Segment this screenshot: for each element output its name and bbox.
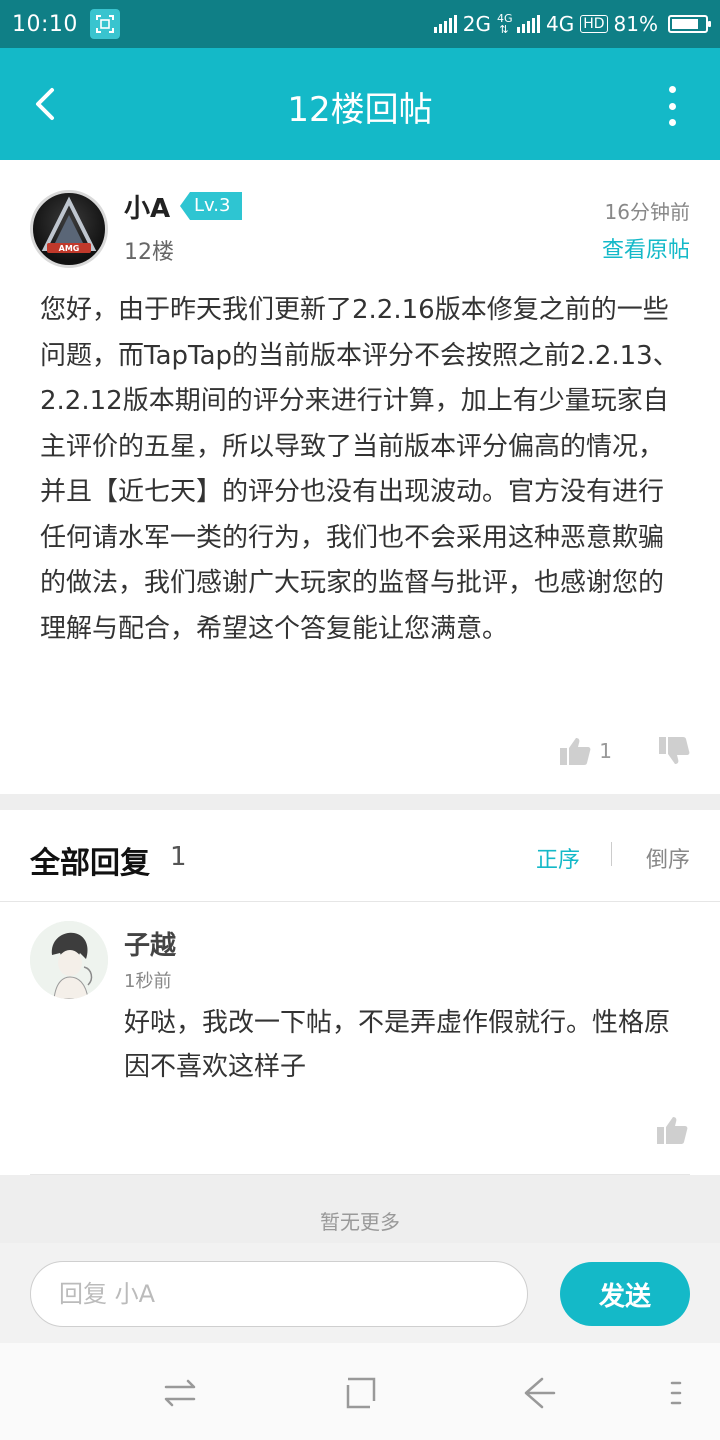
reply-author[interactable]: 子越 bbox=[124, 925, 176, 962]
network-label-4g: 4G bbox=[546, 12, 575, 36]
more-vertical-icon bbox=[668, 86, 676, 93]
view-original-link[interactable]: 查看原帖 bbox=[602, 232, 690, 264]
app-bar: 12楼回帖 bbox=[0, 48, 720, 160]
system-back-button[interactable] bbox=[520, 1373, 560, 1413]
signal-icon bbox=[433, 15, 457, 33]
amg-logo: AMG bbox=[41, 196, 97, 253]
home-button[interactable] bbox=[340, 1373, 380, 1413]
send-button[interactable]: 发送 bbox=[560, 1262, 690, 1326]
reply-like-button[interactable] bbox=[656, 1115, 688, 1149]
sort-descending-button[interactable]: 倒序 bbox=[646, 842, 690, 874]
swap-arrows-icon bbox=[164, 1379, 196, 1407]
data-arrows-icon: 4G ⇅ bbox=[497, 12, 513, 36]
replies-count: 1 bbox=[170, 842, 187, 872]
status-time: 10:10 bbox=[12, 11, 78, 37]
section-divider bbox=[0, 794, 720, 810]
status-bar: 10:10 2G 4G ⇅ 4G HD 81% bbox=[0, 0, 720, 48]
reply-time: 1秒前 bbox=[124, 971, 172, 992]
svg-text:AMG: AMG bbox=[59, 244, 80, 253]
reply-input[interactable] bbox=[30, 1261, 528, 1327]
switch-app-button[interactable] bbox=[160, 1373, 200, 1413]
thumbs-up-icon bbox=[560, 738, 591, 765]
floor-number: 12楼 bbox=[124, 240, 174, 265]
post-body: 您好，由于昨天我们更新了2.2.16版本修复之前的一些问题，而TapTap的当前… bbox=[40, 295, 679, 644]
replies-title: 全部回复 bbox=[30, 846, 150, 881]
avatar[interactable] bbox=[30, 921, 108, 999]
reply-body: 好哒，我改一下帖，不是弄虚作假就行。性格原因不喜欢这样子 bbox=[124, 1008, 671, 1082]
network-label-2g: 2G bbox=[462, 12, 491, 36]
thumbs-down-icon bbox=[659, 737, 690, 764]
list-item: 子越 1秒前 好哒，我改一下帖，不是弄虚作假就行。性格原因不喜欢这样子 bbox=[0, 903, 720, 1175]
original-post: AMG 小A Lv.3 12楼 16分钟前 查看原帖 您好，由于昨天我们更新了2… bbox=[0, 160, 720, 794]
post-time: 16分钟前 bbox=[604, 200, 690, 224]
signal-icon-2 bbox=[517, 15, 540, 33]
post-actions: 1 bbox=[559, 736, 690, 766]
user-avatar-illustration bbox=[30, 921, 108, 999]
more-menu-button[interactable] bbox=[664, 86, 680, 126]
avatar[interactable]: AMG bbox=[30, 190, 108, 268]
thumbs-up-icon bbox=[657, 1117, 688, 1144]
menu-lines-icon bbox=[670, 1381, 682, 1405]
dislike-button[interactable] bbox=[658, 736, 690, 766]
battery-icon bbox=[668, 15, 711, 33]
like-count: 1 bbox=[599, 739, 612, 763]
replies-header: 全部回复 1 正序 倒序 bbox=[0, 810, 720, 902]
page-title: 12楼回帖 bbox=[287, 90, 433, 130]
hd-badge: HD bbox=[580, 15, 608, 33]
system-nav-bar bbox=[0, 1343, 720, 1440]
post-author[interactable]: 小A bbox=[124, 188, 170, 225]
no-more-label: 暂无更多 bbox=[0, 1175, 720, 1243]
like-button[interactable]: 1 bbox=[559, 736, 612, 766]
reply-composer: 发送 bbox=[0, 1243, 720, 1343]
sort-separator bbox=[611, 842, 612, 866]
square-home-icon bbox=[346, 1377, 376, 1409]
sort-ascending-button[interactable]: 正序 bbox=[536, 842, 580, 874]
menu-button[interactable] bbox=[668, 1373, 688, 1413]
screenshot-icon bbox=[89, 9, 120, 39]
level-badge: Lv.3 bbox=[180, 192, 243, 220]
back-arrow-icon bbox=[524, 1377, 556, 1409]
battery-percent: 81% bbox=[613, 12, 658, 36]
